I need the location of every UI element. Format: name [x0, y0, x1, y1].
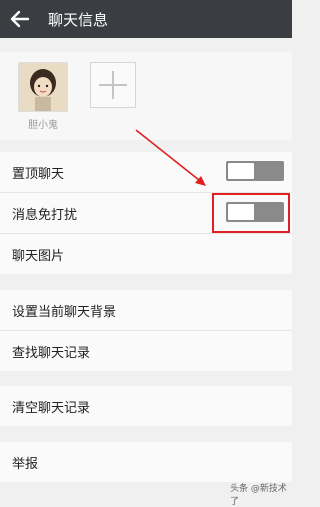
annotation-arrow [135, 129, 206, 186]
annotation-highlight-box [212, 193, 290, 233]
watermark: 头条 @新技术了 [230, 484, 287, 507]
